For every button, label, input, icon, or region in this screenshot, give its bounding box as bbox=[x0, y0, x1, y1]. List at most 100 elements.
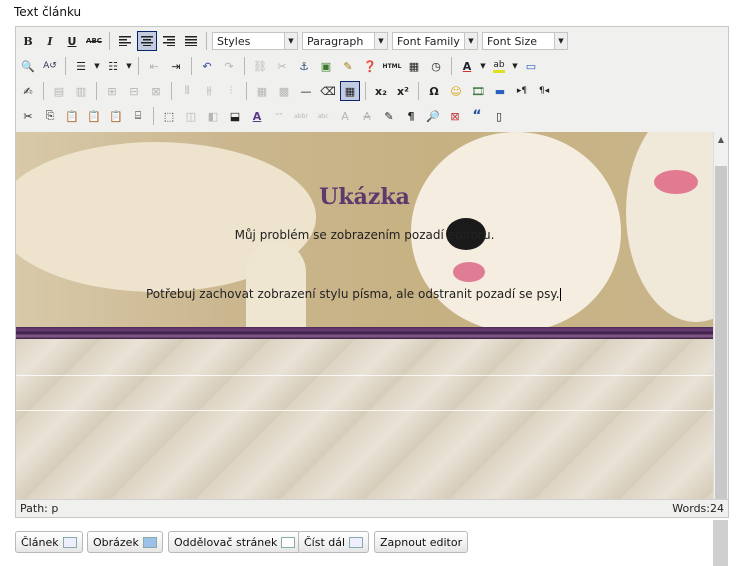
del-button[interactable]: A bbox=[335, 106, 355, 126]
bold-button[interactable]: B bbox=[18, 31, 38, 51]
remove-format-button[interactable]: ⌫ bbox=[318, 81, 338, 101]
insert-date-button[interactable]: ▦ bbox=[404, 56, 424, 76]
outdent-icon: ⇤ bbox=[149, 59, 159, 73]
read-more-icon bbox=[349, 536, 364, 548]
template-button[interactable]: ⊠ bbox=[445, 106, 465, 126]
align-justify-button[interactable] bbox=[181, 31, 201, 51]
media-button[interactable]: 🎞 bbox=[468, 81, 488, 101]
link-button[interactable]: ⛓ bbox=[250, 56, 270, 76]
table-row-before-button[interactable]: ⊞ bbox=[102, 81, 122, 101]
row-before-icon: ⊞ bbox=[107, 84, 117, 98]
style-button[interactable]: A bbox=[247, 106, 267, 126]
strikethrough-button[interactable]: ABC bbox=[84, 31, 104, 51]
insert-layer-button[interactable]: ▤ bbox=[49, 81, 69, 101]
align-center-button[interactable] bbox=[137, 31, 157, 51]
redo-button[interactable]: ↷ bbox=[219, 56, 239, 76]
fullscreen-button[interactable]: ▭ bbox=[521, 56, 541, 76]
table-col-after-button[interactable]: ⫵ bbox=[199, 81, 219, 101]
styles-select[interactable]: Styles ▼ bbox=[212, 32, 298, 50]
horizontal-rule-button[interactable]: — bbox=[296, 81, 316, 101]
toggle-editor-button-label: Zapnout editor bbox=[380, 535, 463, 549]
merge-cells-button[interactable]: ▩ bbox=[274, 81, 294, 101]
table-row-after-button[interactable]: ⊟ bbox=[124, 81, 144, 101]
align-right-button[interactable] bbox=[159, 31, 179, 51]
visual-aid-button[interactable]: ▦ bbox=[340, 81, 360, 101]
styleprops-button[interactable]: ⬓ bbox=[225, 106, 245, 126]
show-blocks-button[interactable]: ¶ bbox=[401, 106, 421, 126]
image-button[interactable]: ▣ bbox=[316, 56, 336, 76]
font-size-select[interactable]: Font Size ▼ bbox=[482, 32, 568, 50]
replace-button[interactable]: A↺ bbox=[40, 56, 60, 76]
acronym-button[interactable]: abc bbox=[313, 106, 333, 126]
read-more-button[interactable]: Číst dál bbox=[298, 531, 370, 553]
anchor-button[interactable]: ⚓ bbox=[294, 56, 314, 76]
ins-button[interactable]: A bbox=[357, 106, 377, 126]
abbr-button[interactable]: abbr bbox=[291, 106, 311, 126]
undo-button[interactable]: ↶ bbox=[197, 56, 217, 76]
move-forward-button[interactable]: ▥ bbox=[71, 81, 91, 101]
nonbreaking-button[interactable]: ▬ bbox=[490, 81, 510, 101]
paste-word-button[interactable]: 📋 bbox=[106, 106, 126, 126]
paragraph-format-select[interactable]: Paragraph ▼ bbox=[302, 32, 388, 50]
bullet-list-menu[interactable]: ▼ bbox=[93, 56, 101, 76]
edit-css-button[interactable]: ✍ bbox=[18, 81, 38, 101]
page-break-button[interactable]: ▯ bbox=[489, 106, 509, 126]
insert-layer-button[interactable]: ⬚ bbox=[159, 106, 179, 126]
page-scrollbar[interactable] bbox=[713, 520, 728, 566]
italic-button[interactable]: I bbox=[40, 31, 60, 51]
highlight-color-menu[interactable]: ▼ bbox=[511, 56, 519, 76]
article-button[interactable]: Článek bbox=[15, 531, 83, 553]
cleanup-button[interactable]: ✎ bbox=[338, 56, 358, 76]
paste-text-button[interactable]: 📋 bbox=[84, 106, 104, 126]
highlight-color-button[interactable]: ab bbox=[489, 56, 509, 76]
absolute-button[interactable]: ◧ bbox=[203, 106, 223, 126]
attribs-button[interactable]: ✎ bbox=[379, 106, 399, 126]
find-button[interactable]: 🔍 bbox=[18, 56, 38, 76]
help-button[interactable]: ❓ bbox=[360, 56, 380, 76]
table-col-before-button[interactable]: ⫴ bbox=[177, 81, 197, 101]
editor-content-area[interactable]: Ukázka Můj problém se zobrazením pozadí … bbox=[16, 132, 713, 499]
blockquote-button[interactable]: “ bbox=[467, 106, 487, 126]
align-left-button[interactable] bbox=[115, 31, 135, 51]
table-delete-col-button[interactable]: ⫶ bbox=[221, 81, 241, 101]
emoticons-button[interactable]: ☺ bbox=[446, 81, 466, 101]
paste-text-icon: 📋 bbox=[87, 109, 101, 123]
text-color-menu[interactable]: ▼ bbox=[479, 56, 487, 76]
cite-button[interactable]: “” bbox=[269, 106, 289, 126]
superscript-button[interactable]: x² bbox=[393, 81, 413, 101]
ltr-button[interactable]: ▸¶ bbox=[512, 81, 532, 101]
move-backward-button[interactable]: ◫ bbox=[181, 106, 201, 126]
font-family-select[interactable]: Font Family ▼ bbox=[392, 32, 478, 50]
cut-button[interactable]: ✂ bbox=[18, 106, 38, 126]
select-all-button[interactable]: ⌸ bbox=[128, 106, 148, 126]
copy-button[interactable]: ⎘ bbox=[40, 106, 60, 126]
align-right-icon bbox=[163, 36, 175, 46]
bullet-list-button[interactable]: ☰ bbox=[71, 56, 91, 76]
underline-button[interactable]: U bbox=[62, 31, 82, 51]
numbered-list-menu[interactable]: ▼ bbox=[125, 56, 133, 76]
toggle-editor-button[interactable]: Zapnout editor bbox=[374, 531, 469, 553]
numbered-list-button[interactable]: ☷ bbox=[103, 56, 123, 76]
select-all-icon: ⌸ bbox=[134, 109, 142, 122]
content-scrollbar[interactable]: ▲ bbox=[713, 132, 728, 499]
html-source-button[interactable]: HTML bbox=[382, 56, 402, 76]
subscript-button[interactable]: x₂ bbox=[371, 81, 391, 101]
image-insert-button[interactable]: Obrázek bbox=[87, 531, 163, 553]
page-break-insert-button[interactable]: Oddělovač stránek bbox=[168, 531, 302, 553]
scroll-thumb[interactable] bbox=[715, 166, 727, 499]
insert-time-button[interactable]: ◷ bbox=[426, 56, 446, 76]
table-delete-row-button[interactable]: ⊠ bbox=[146, 81, 166, 101]
status-bar: Path: p Words:24 bbox=[16, 499, 728, 517]
content-paragraph-2: Potřebuj zachovat zobrazení stylu písma,… bbox=[146, 287, 561, 301]
scroll-up-icon[interactable]: ▲ bbox=[714, 132, 728, 147]
text-color-button[interactable]: A bbox=[457, 56, 477, 76]
col-after-icon: ⫵ bbox=[206, 84, 212, 97]
indent-button[interactable]: ⇥ bbox=[166, 56, 186, 76]
preview-button[interactable]: 🔎 bbox=[423, 106, 443, 126]
outdent-button[interactable]: ⇤ bbox=[144, 56, 164, 76]
special-char-button[interactable]: Ω bbox=[424, 81, 444, 101]
split-cells-button[interactable]: ▦ bbox=[252, 81, 272, 101]
unlink-button[interactable]: ✂ bbox=[272, 56, 292, 76]
rtl-button[interactable]: ¶◂ bbox=[534, 81, 554, 101]
paste-button[interactable]: 📋 bbox=[62, 106, 82, 126]
